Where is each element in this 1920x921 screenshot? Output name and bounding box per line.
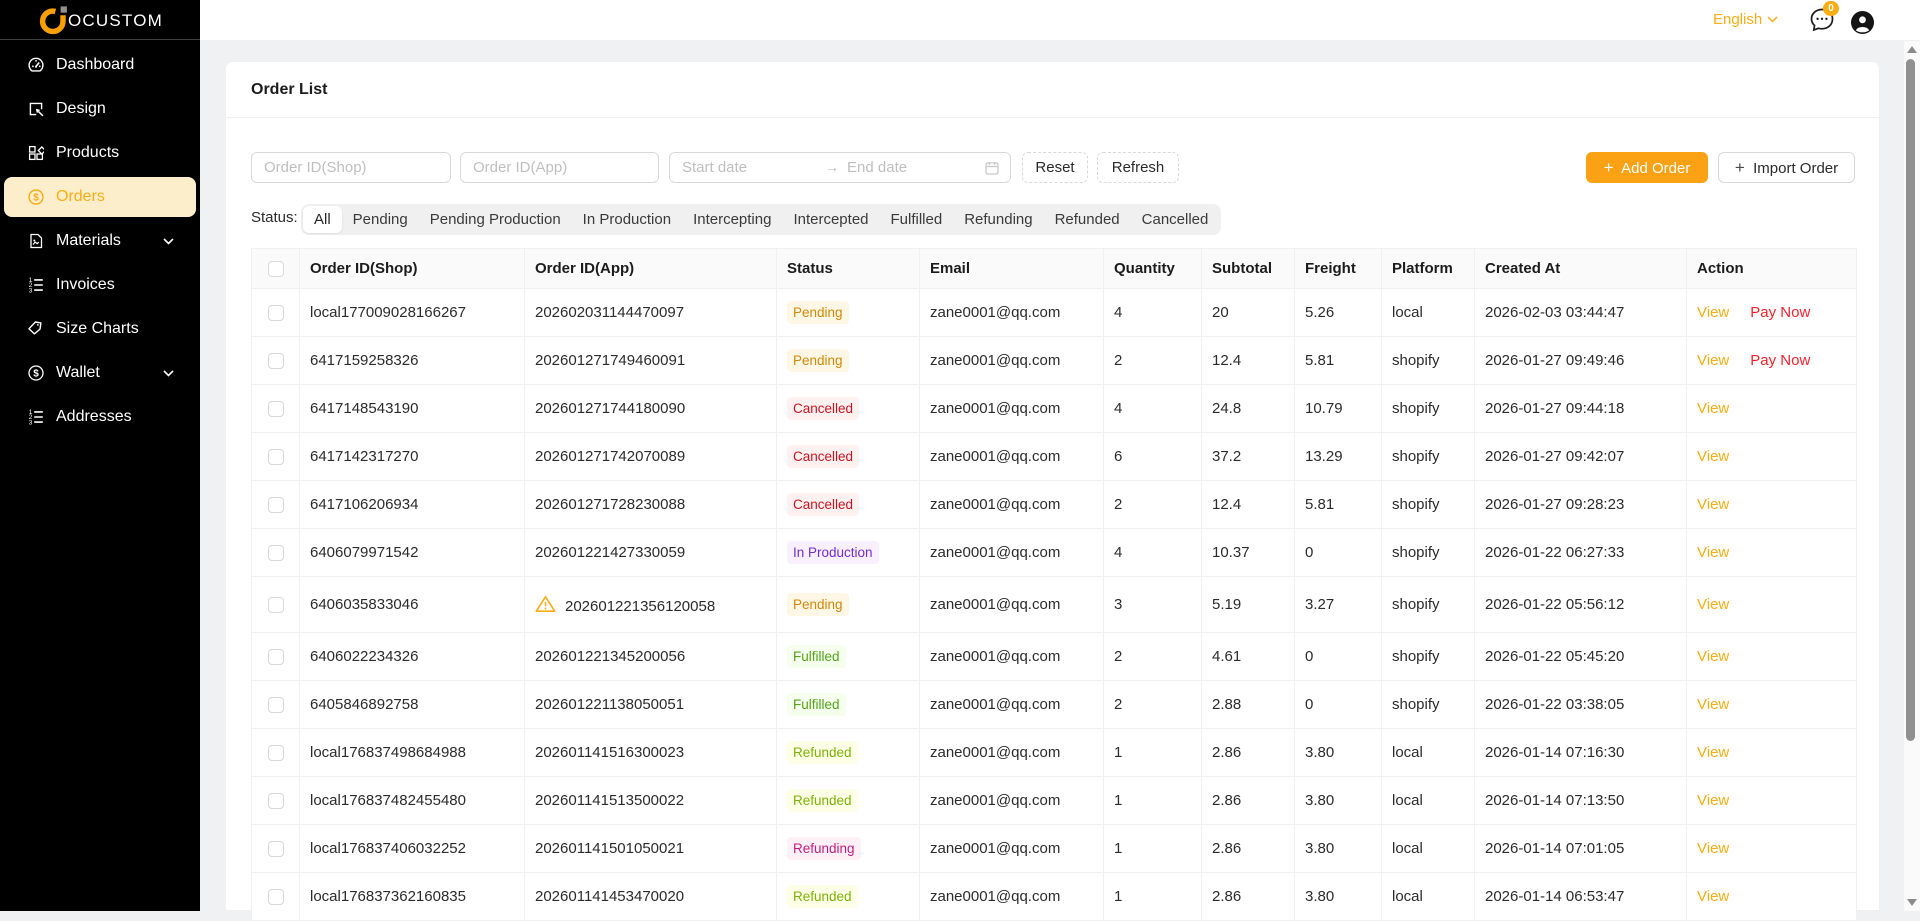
svg-text:3: 3	[29, 419, 33, 425]
svg-text:$: $	[33, 369, 39, 380]
svg-text:$: $	[33, 193, 39, 204]
svg-text:3: 3	[29, 287, 33, 293]
